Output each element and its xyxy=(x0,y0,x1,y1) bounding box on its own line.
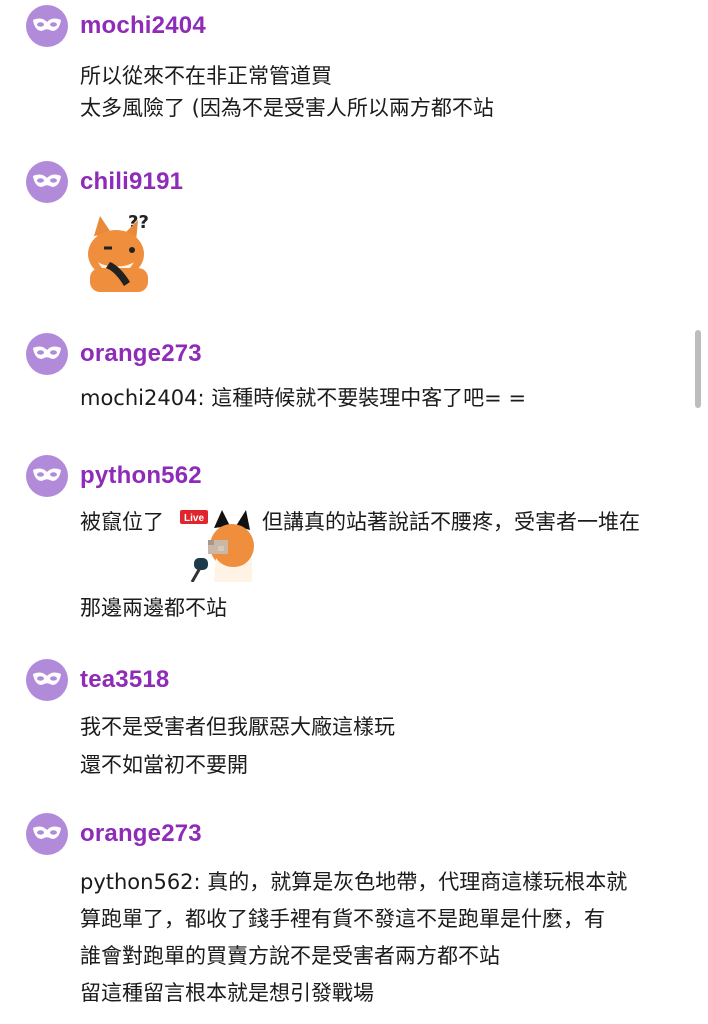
username[interactable]: mochi2404 xyxy=(80,12,206,40)
masquerade-mask-icon xyxy=(33,174,61,187)
masquerade-mask-icon xyxy=(33,468,61,481)
username[interactable]: chili9191 xyxy=(80,168,183,196)
comment-text: python562: 真的，就算是灰色地帶，代理商這樣玩根本就 算跑單了，都收了… xyxy=(80,864,680,1012)
avatar[interactable] xyxy=(26,5,68,47)
scrollbar-thumb[interactable] xyxy=(695,330,701,408)
comment-header: orange273 xyxy=(26,812,202,856)
comment-line: 太多風險了 (因為不是受害人所以兩方都不站 xyxy=(80,96,494,120)
comment: mochi2404 所以從來不在非正常管道買 太多風險了 (因為不是受害人所以兩… xyxy=(0,4,700,134)
comment-header: chili9191 xyxy=(26,160,183,204)
comment: python562 被竄位了 但講真的站著說話不腰疼，受害者一堆在 那邊兩邊都不… xyxy=(0,454,700,629)
comment-line: 但講真的站著說話不腰疼，受害者一堆在 xyxy=(262,510,640,534)
avatar[interactable] xyxy=(26,659,68,701)
comment: chili9191 ?? xyxy=(0,160,700,300)
masquerade-mask-icon xyxy=(33,346,61,359)
masquerade-mask-icon xyxy=(33,826,61,839)
comment-header: tea3518 xyxy=(26,658,169,702)
comment: tea3518 我不是受害者但我厭惡大廠這樣玩 還不如當初不要開 xyxy=(0,658,700,788)
masquerade-mask-icon xyxy=(33,18,61,31)
comment-header: python562 xyxy=(26,454,202,498)
comment-text: mochi2404: 這種時候就不要裝理中客了吧= = xyxy=(80,382,680,414)
username[interactable]: python562 xyxy=(80,462,202,490)
comment-line: 留這種留言根本就是想引發戰場 xyxy=(80,981,374,1005)
comment: orange273 python562: 真的，就算是灰色地帶，代理商這樣玩根本… xyxy=(0,812,700,1012)
fox-confused-sticker: ?? xyxy=(80,206,160,292)
avatar[interactable] xyxy=(26,161,68,203)
username[interactable]: orange273 xyxy=(80,340,202,368)
comment-text: 被竄位了 但講真的站著說話不腰疼，受害者一堆在 那邊兩邊都不站 xyxy=(80,506,680,624)
masquerade-mask-icon xyxy=(33,672,61,685)
comment-line: python562: 真的，就算是灰色地帶，代理商這樣玩根本就 xyxy=(80,870,628,894)
live-badge: Live xyxy=(184,513,204,524)
comment-line: 我不是受害者但我厭惡大廠這樣玩 xyxy=(80,715,395,739)
comment-header: mochi2404 xyxy=(26,4,206,48)
comment-line: 還不如當初不要開 xyxy=(80,753,248,777)
fox-live-sticker: Live xyxy=(180,506,258,583)
username[interactable]: tea3518 xyxy=(80,666,169,694)
comment-text: 我不是受害者但我厭惡大廠這樣玩 還不如當初不要開 xyxy=(80,708,680,784)
avatar[interactable] xyxy=(26,333,68,375)
comment-header: orange273 xyxy=(26,332,202,376)
comment-line-with-sticker: 被竄位了 但講真的站著說話不腰疼，受害者一堆在 xyxy=(80,506,680,578)
username[interactable]: orange273 xyxy=(80,820,202,848)
comment-line: mochi2404: 這種時候就不要裝理中客了吧= = xyxy=(80,386,527,410)
comment: orange273 mochi2404: 這種時候就不要裝理中客了吧= = xyxy=(0,332,700,432)
comment-line: 所以從來不在非正常管道買 xyxy=(80,64,332,88)
comment-line: 算跑單了，都收了錢手裡有貨不發這不是跑單是什麼，有 xyxy=(80,907,605,931)
avatar[interactable] xyxy=(26,455,68,497)
comment-line: 那邊兩邊都不站 xyxy=(80,596,227,620)
avatar[interactable] xyxy=(26,813,68,855)
comment-line: 被竄位了 xyxy=(80,510,164,534)
comment-text: 所以從來不在非正常管道買 太多風險了 (因為不是受害人所以兩方都不站 xyxy=(80,60,680,124)
comment-line: 誰會對跑單的買賣方說不是受害者兩方都不站 xyxy=(80,944,500,968)
comment-feed: mochi2404 所以從來不在非正常管道買 太多風險了 (因為不是受害人所以兩… xyxy=(0,0,708,1024)
